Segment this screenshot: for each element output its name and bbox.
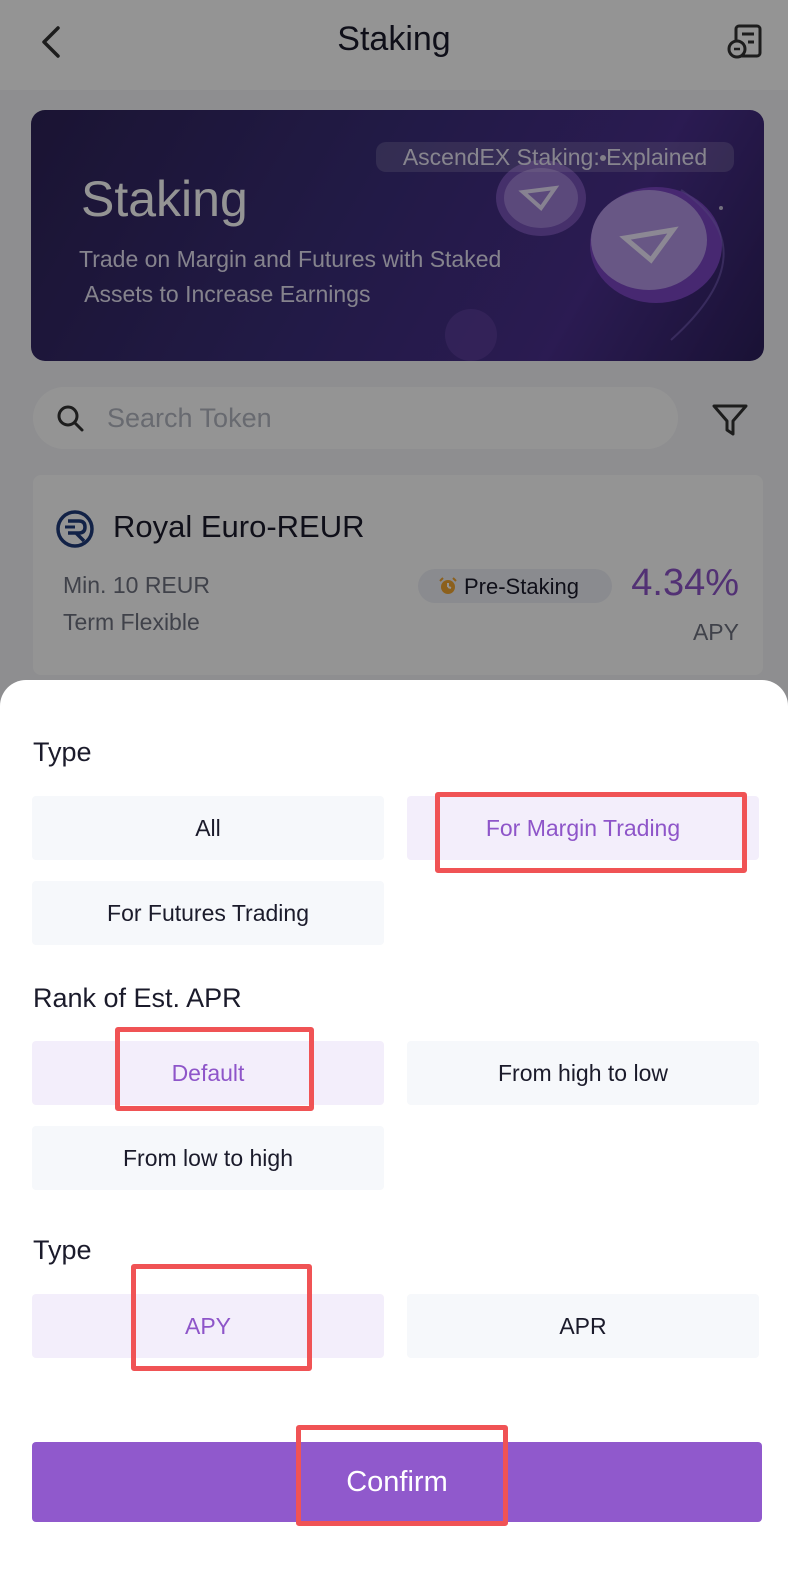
rate-type-section-title: Type <box>33 1235 92 1265</box>
rate-type-option-apy[interactable]: APY <box>32 1294 384 1358</box>
rank-option-default[interactable]: Default <box>32 1041 384 1105</box>
rank-section-title: Rank of Est. APR <box>33 983 242 1013</box>
type-section-title: Type <box>33 737 92 767</box>
type-option-all[interactable]: All <box>32 796 384 860</box>
rank-option-high-to-low[interactable]: From high to low <box>407 1041 759 1105</box>
filter-sheet: Type All For Margin Trading For Futures … <box>0 680 788 1578</box>
rate-type-option-apr[interactable]: APR <box>407 1294 759 1358</box>
rank-option-low-to-high[interactable]: From low to high <box>32 1126 384 1190</box>
type-option-futures-trading[interactable]: For Futures Trading <box>32 881 384 945</box>
confirm-button[interactable]: Confirm <box>32 1442 762 1522</box>
type-option-margin-trading[interactable]: For Margin Trading <box>407 796 759 860</box>
